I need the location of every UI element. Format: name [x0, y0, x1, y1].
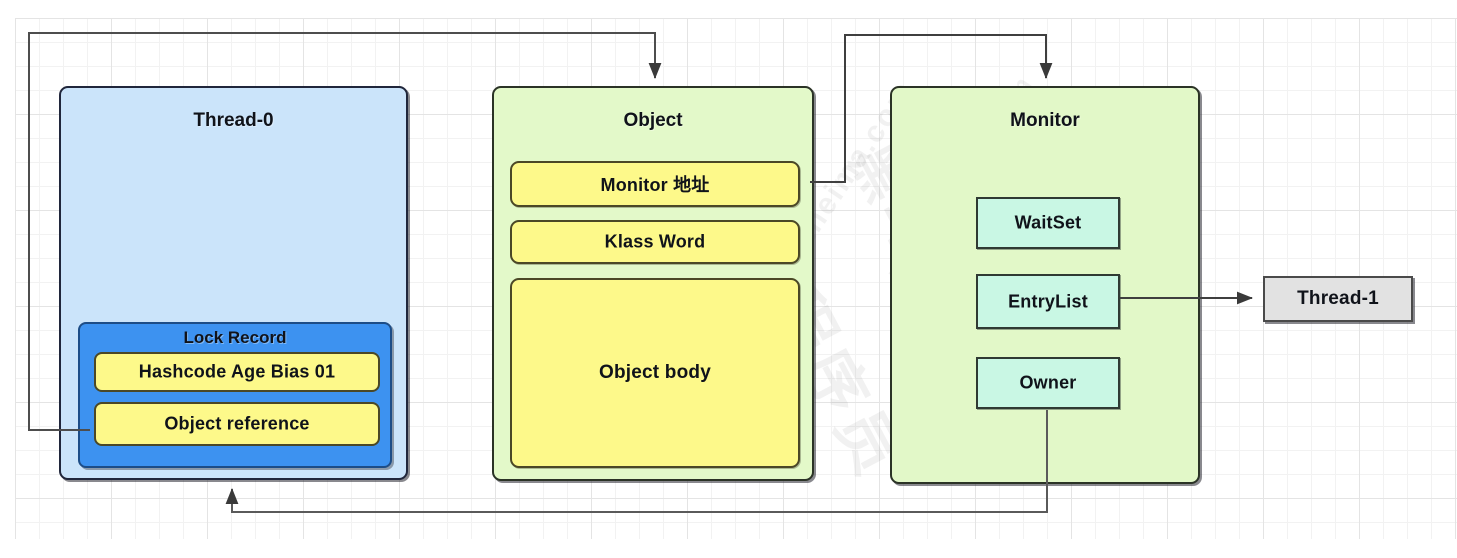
object-field-monitor-address[interactable]: Monitor 地址 — [510, 161, 800, 207]
object-field-object-body[interactable]: Object body — [510, 278, 800, 468]
object-field-object-body-label: Object body — [599, 362, 711, 383]
lock-record-title: Lock Record — [183, 328, 287, 347]
object-box[interactable]: Object Monitor 地址 Klass Word Object body — [492, 86, 814, 481]
object-field-klass-word-label: Klass Word — [604, 231, 706, 252]
object-field-monitor-address-label: Monitor 地址 — [600, 175, 710, 195]
lock-record-row-object-reference-label: Object reference — [164, 413, 310, 434]
lock-record-row-hashcode[interactable]: Hashcode Age Bias 01 — [94, 352, 380, 392]
thread-0-title: Thread-0 — [193, 110, 274, 131]
thread-1-label: Thread-1 — [1297, 288, 1379, 309]
monitor-field-owner-label: Owner — [1019, 372, 1077, 393]
lock-record-row-hashcode-label: Hashcode Age Bias 01 — [138, 361, 336, 382]
monitor-field-waitset[interactable]: WaitSet — [976, 197, 1120, 249]
lock-record-box[interactable]: Lock Record Hashcode Age Bias 01 Object … — [78, 322, 392, 468]
thread-0-box[interactable]: Thread-0 Lock Record Hashcode Age Bias 0… — [59, 86, 408, 480]
monitor-field-entrylist[interactable]: EntryList — [976, 274, 1120, 329]
lock-record-row-object-reference[interactable]: Object reference — [94, 402, 380, 446]
monitor-field-entrylist-label: EntryList — [1008, 291, 1088, 311]
thread-1-box[interactable]: Thread-1 — [1263, 276, 1413, 322]
monitor-field-waitset-label: WaitSet — [1014, 212, 1082, 233]
monitor-box[interactable]: Monitor WaitSet EntryList Owner — [890, 86, 1200, 484]
diagram-canvas: 黑马程序员 www.theima.com TM 黑马程序员 www.theima… — [0, 0, 1457, 558]
object-field-klass-word[interactable]: Klass Word — [510, 220, 800, 264]
canvas-top-margin — [0, 0, 1457, 18]
monitor-field-owner[interactable]: Owner — [976, 357, 1120, 409]
monitor-title: Monitor — [1010, 110, 1080, 131]
canvas-left-margin — [0, 0, 15, 558]
canvas-bottom-margin — [0, 539, 1457, 558]
object-title: Object — [623, 110, 683, 131]
